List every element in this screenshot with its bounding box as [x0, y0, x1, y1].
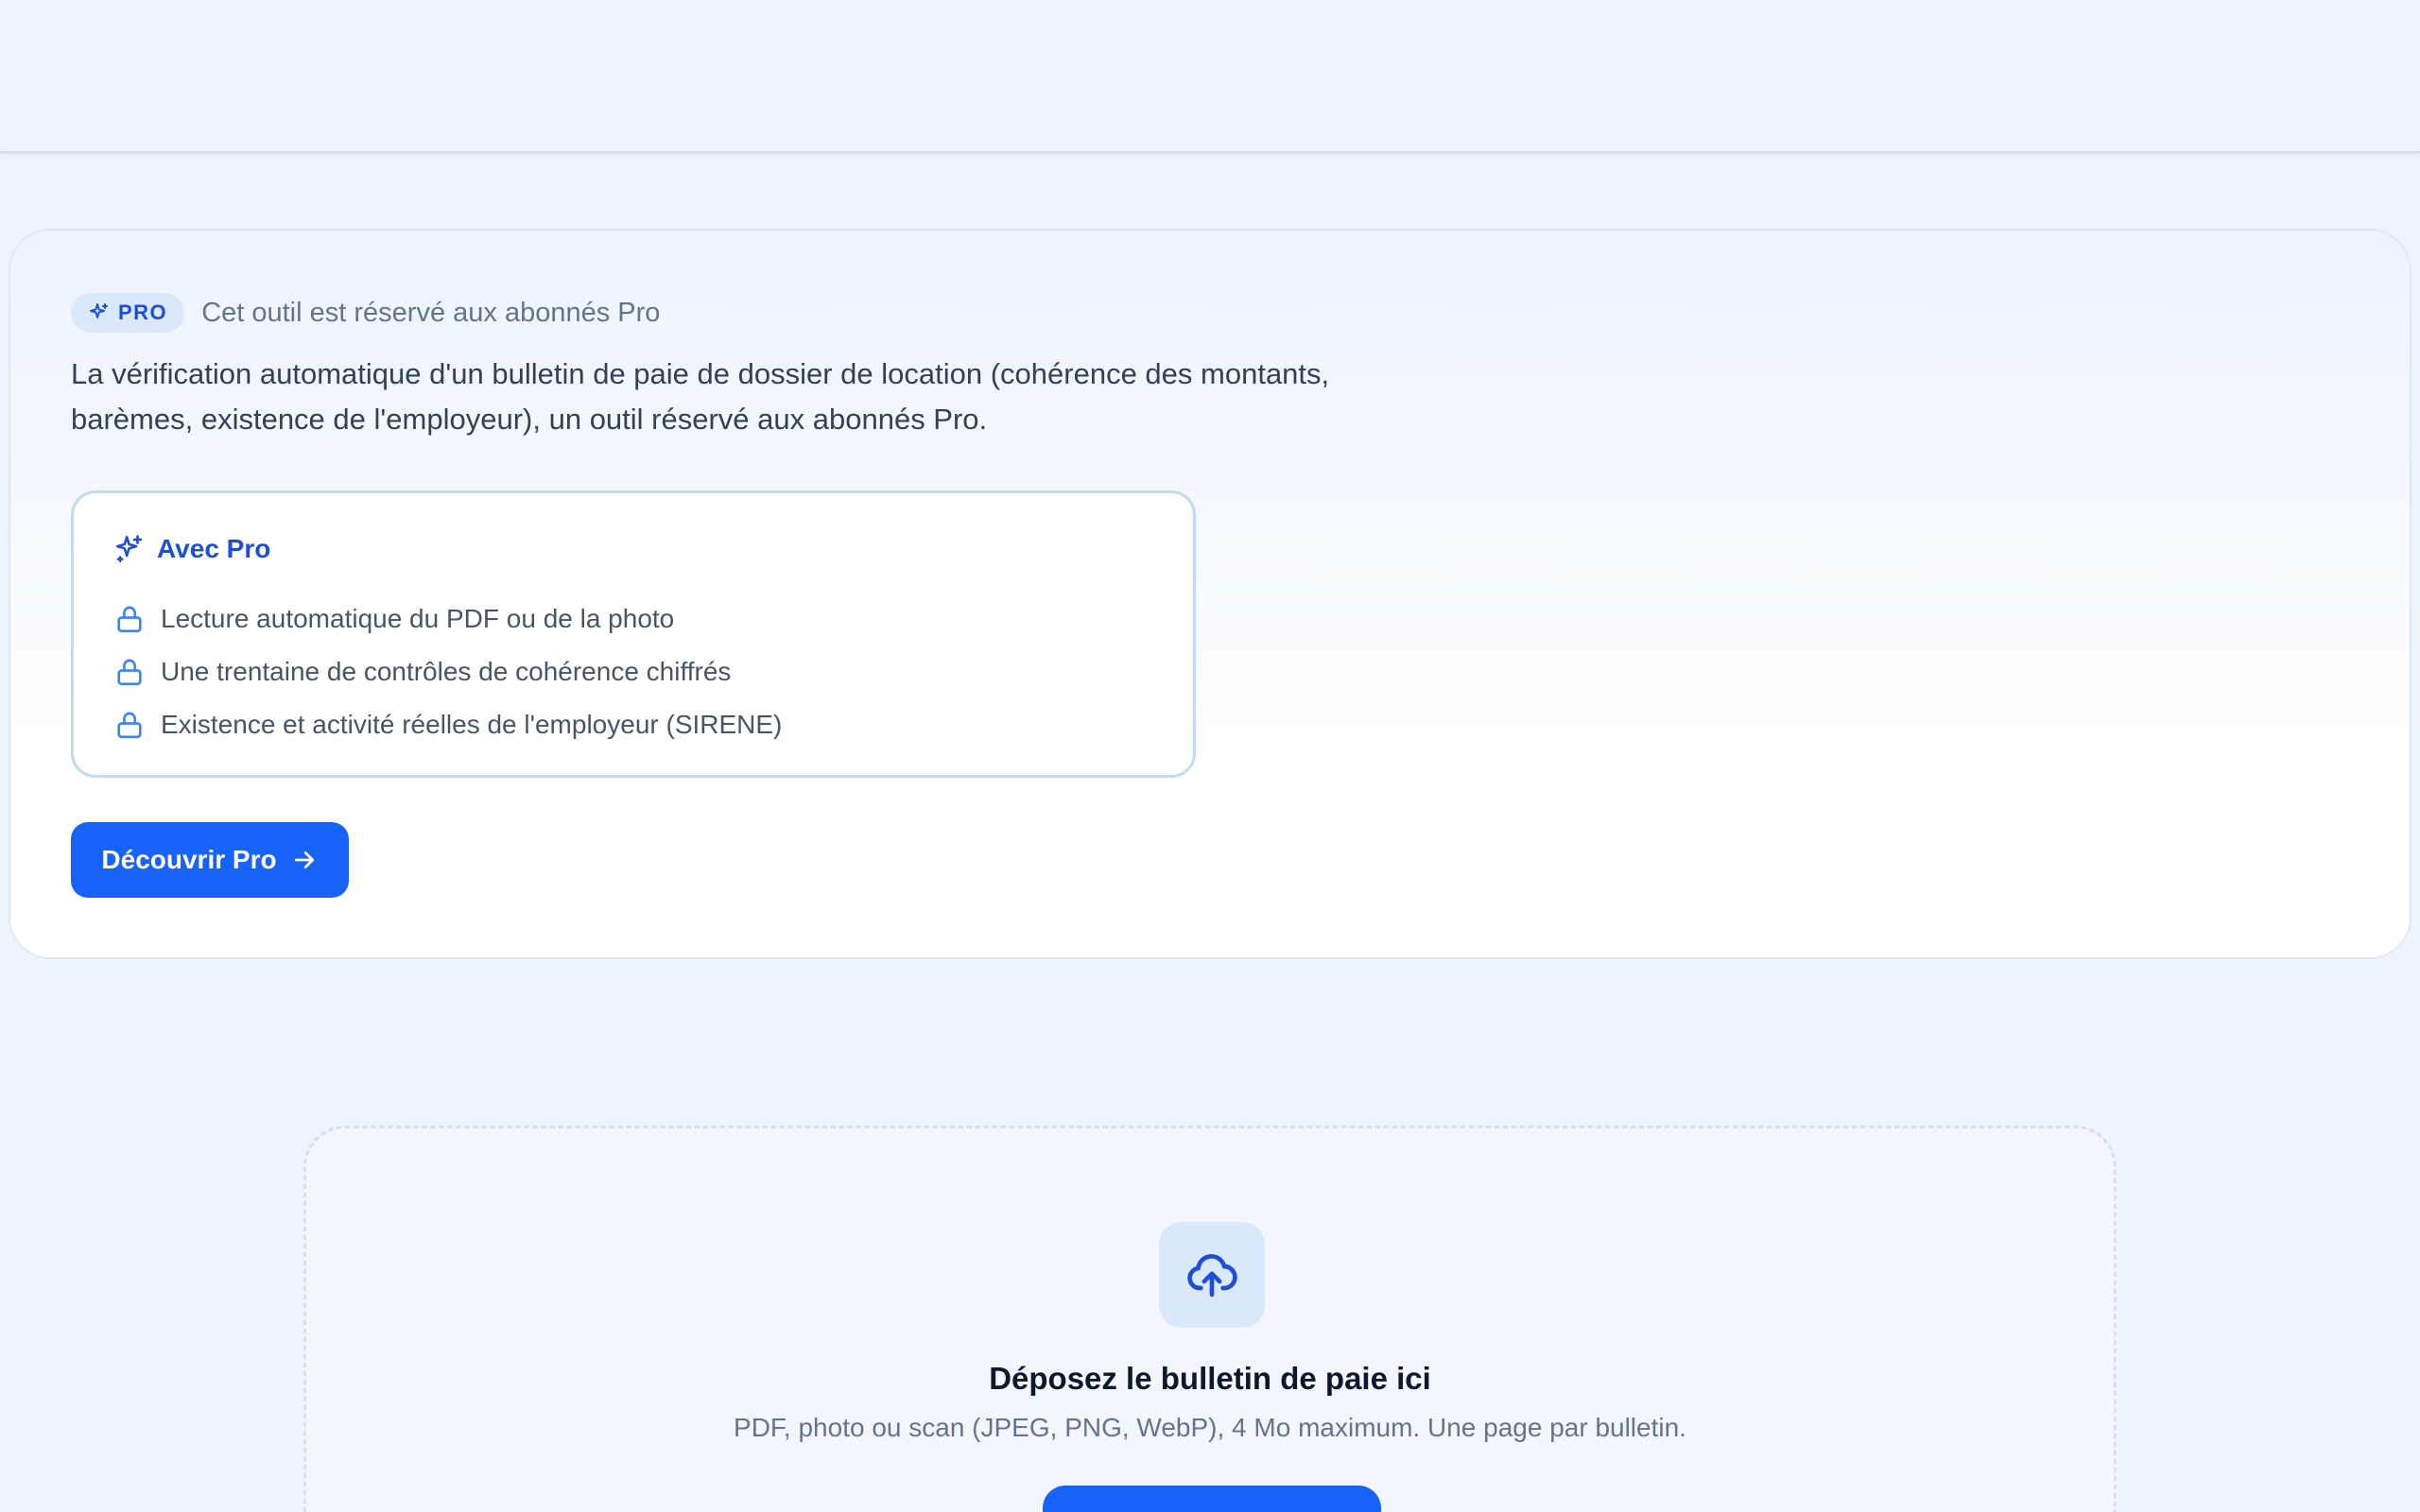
lock-icon	[113, 603, 161, 635]
upload-tile	[1159, 1222, 1265, 1328]
feature-item: Lecture automatique du PDF ou de la phot…	[113, 593, 782, 645]
sparkles-icon	[113, 533, 146, 565]
lock-icon	[113, 656, 161, 688]
pro-header: PRO Cet outil est réservé aux abonnés Pr…	[71, 293, 660, 333]
dropzone-title: Déposez le bulletin de paie ici	[989, 1361, 1431, 1396]
feature-label: Lecture automatique du PDF ou de la phot…	[161, 604, 675, 633]
pro-description: La vérification automatique d'un bulleti…	[71, 357, 1330, 436]
lock-icon	[113, 709, 161, 741]
arrow-right-icon	[290, 846, 319, 874]
feature-item: Existence et activité réelles de l'emplo…	[113, 698, 782, 751]
feature-label: Une trentaine de contrôles de cohérence …	[161, 657, 732, 686]
feature-item: Une trentaine de contrôles de cohérence …	[113, 645, 782, 698]
sparkles-icon	[88, 301, 111, 324]
pro-features-box: Avec Pro Lecture automatique du PDF ou d…	[71, 490, 1196, 778]
pro-note: Cet outil est réservé aux abonnés Pro	[201, 297, 661, 328]
top-bar	[0, 0, 2420, 153]
feature-list: Lecture automatique du PDF ou de la phot…	[113, 593, 782, 751]
discover-pro-label: Découvrir Pro	[101, 845, 277, 874]
cloud-upload-icon	[1185, 1248, 1238, 1301]
pro-badge-label: PRO	[118, 301, 168, 324]
discover-pro-button[interactable]: Découvrir Pro	[71, 822, 349, 898]
choose-file-button[interactable]	[1043, 1486, 1381, 1512]
upload-dropzone[interactable]: Déposez le bulletin de paie ici PDF, pho…	[303, 1125, 2117, 1512]
dropzone-subtitle: PDF, photo ou scan (JPEG, PNG, WebP), 4 …	[734, 1413, 1686, 1442]
pro-badge: PRO	[71, 293, 185, 333]
features-title: Avec Pro	[113, 533, 270, 565]
feature-label: Existence et activité réelles de l'emplo…	[161, 710, 783, 739]
pro-gate-card: PRO Cet outil est réservé aux abonnés Pr…	[9, 229, 2411, 959]
features-title-label: Avec Pro	[157, 534, 271, 563]
